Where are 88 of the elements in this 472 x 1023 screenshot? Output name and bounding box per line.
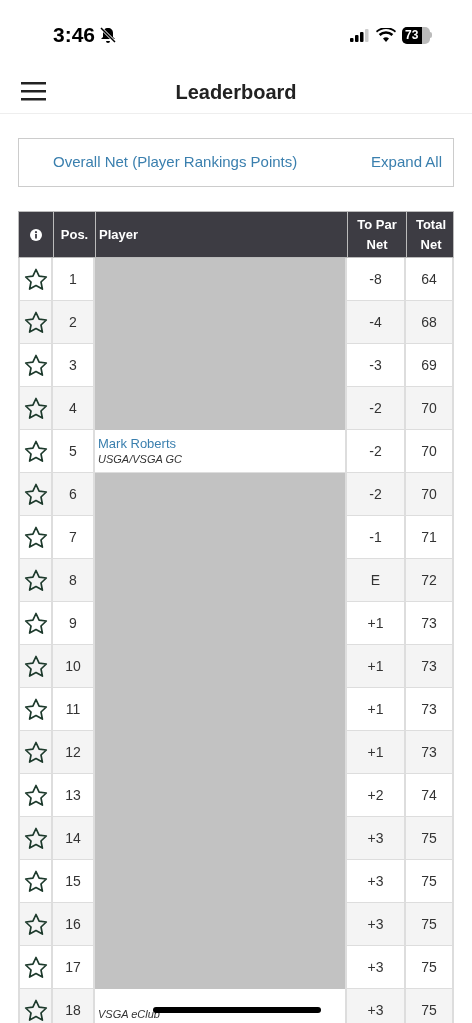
total-cell-text: 75 [421,914,437,934]
bell-slash-icon [99,26,118,44]
page-title: Leaderboard [175,79,297,105]
column-header: To Par Net [356,215,398,254]
position-cell-text: 11 [65,699,81,719]
total-cell-text: 75 [421,871,437,891]
menu-icon[interactable] [21,82,46,101]
total-cell-text: 73 [421,656,437,676]
total-cell-text: 70 [421,484,437,504]
total-cell-text: 74 [421,785,437,805]
position-cell-text: 15 [65,871,81,891]
position-cell-text: 2 [69,312,77,332]
club-name: USGA/VSGA GC [98,452,182,467]
position-cell-text: 10 [65,656,81,676]
total-cell-text: 64 [421,269,437,289]
star-icon[interactable] [23,654,48,678]
position-cell-text: 9 [69,613,77,633]
to-par-cell-text: +1 [367,742,384,762]
position-cell-text: 3 [69,355,77,375]
total-cell-text: 69 [421,355,437,375]
star-icon[interactable] [23,783,48,807]
total-cell-text: 71 [421,527,437,547]
star-icon[interactable] [23,568,48,592]
star-icon[interactable] [23,396,48,420]
total-cell-text: 73 [421,699,437,719]
to-par-cell-text: -2 [369,484,382,504]
to-par-cell-text: +2 [367,785,384,805]
info-icon[interactable] [30,228,42,241]
to-par-cell-text: +3 [367,871,384,891]
star-icon[interactable] [23,611,48,635]
position-cell-text: 18 [65,1000,81,1020]
to-par-cell-text: -4 [369,312,382,332]
total-cell-text: 75 [421,1000,437,1020]
position-cell-text: 13 [65,785,81,805]
total-cell-text: 75 [421,957,437,977]
total-cell-text: 75 [421,828,437,848]
total-cell-text: 72 [421,570,437,590]
position-cell-text: 5 [69,441,77,461]
to-par-cell-text: -2 [369,398,382,418]
column-header: Player [99,225,139,244]
position-cell-text: 4 [69,398,77,418]
position-cell-text: 16 [65,914,81,934]
star-icon[interactable] [23,697,48,721]
position-cell-text: 12 [65,742,81,762]
to-par-cell-text: E [370,570,381,590]
to-par-cell-text: +1 [367,656,384,676]
position-cell-text: 8 [69,570,77,590]
to-par-cell-text: -1 [369,527,382,547]
column-header: Pos. [60,225,89,244]
star-icon[interactable] [23,267,48,291]
star-icon[interactable] [23,525,48,549]
position-cell-text: 17 [65,957,81,977]
to-par-cell-text: +3 [367,1000,384,1020]
star-icon[interactable] [23,482,48,506]
star-icon[interactable] [23,740,48,764]
star-icon[interactable] [23,955,48,979]
round-link[interactable]: Overall Net (Player Rankings Points) [53,151,298,174]
player-name-link[interactable]: Mark Roberts [98,435,177,452]
star-icon[interactable] [23,869,48,893]
to-par-cell-text: -3 [369,355,382,375]
wifi-icon [376,28,396,42]
total-cell-text: 70 [421,398,437,418]
position-cell-text: 6 [69,484,77,504]
star-icon[interactable] [23,826,48,850]
to-par-cell-text: +1 [367,699,384,719]
battery-icon: 73 [402,26,432,44]
star-icon[interactable] [23,310,48,334]
to-par-cell-text: +3 [367,957,384,977]
position-cell-text: 1 [69,269,77,289]
star-icon[interactable] [23,998,48,1022]
column-header: Total Net [414,215,448,254]
total-cell-text: 73 [421,613,437,633]
total-cell-text: 73 [421,742,437,762]
position-cell-text: 7 [69,527,77,547]
expand-all-link[interactable]: Expand All [371,151,442,174]
signal-icon [350,28,370,42]
total-cell-text: 70 [421,441,437,461]
star-icon[interactable] [23,912,48,936]
total-cell-text: 68 [421,312,437,332]
to-par-cell-text: +1 [367,613,384,633]
star-icon[interactable] [23,439,48,463]
star-icon[interactable] [23,353,48,377]
to-par-cell-text: -8 [369,269,382,289]
to-par-cell-text: +3 [367,914,384,934]
position-cell-text: 14 [65,828,81,848]
to-par-cell-text: +3 [367,828,384,848]
to-par-cell-text: -2 [369,441,382,461]
status-time: 3:46 [53,22,96,49]
